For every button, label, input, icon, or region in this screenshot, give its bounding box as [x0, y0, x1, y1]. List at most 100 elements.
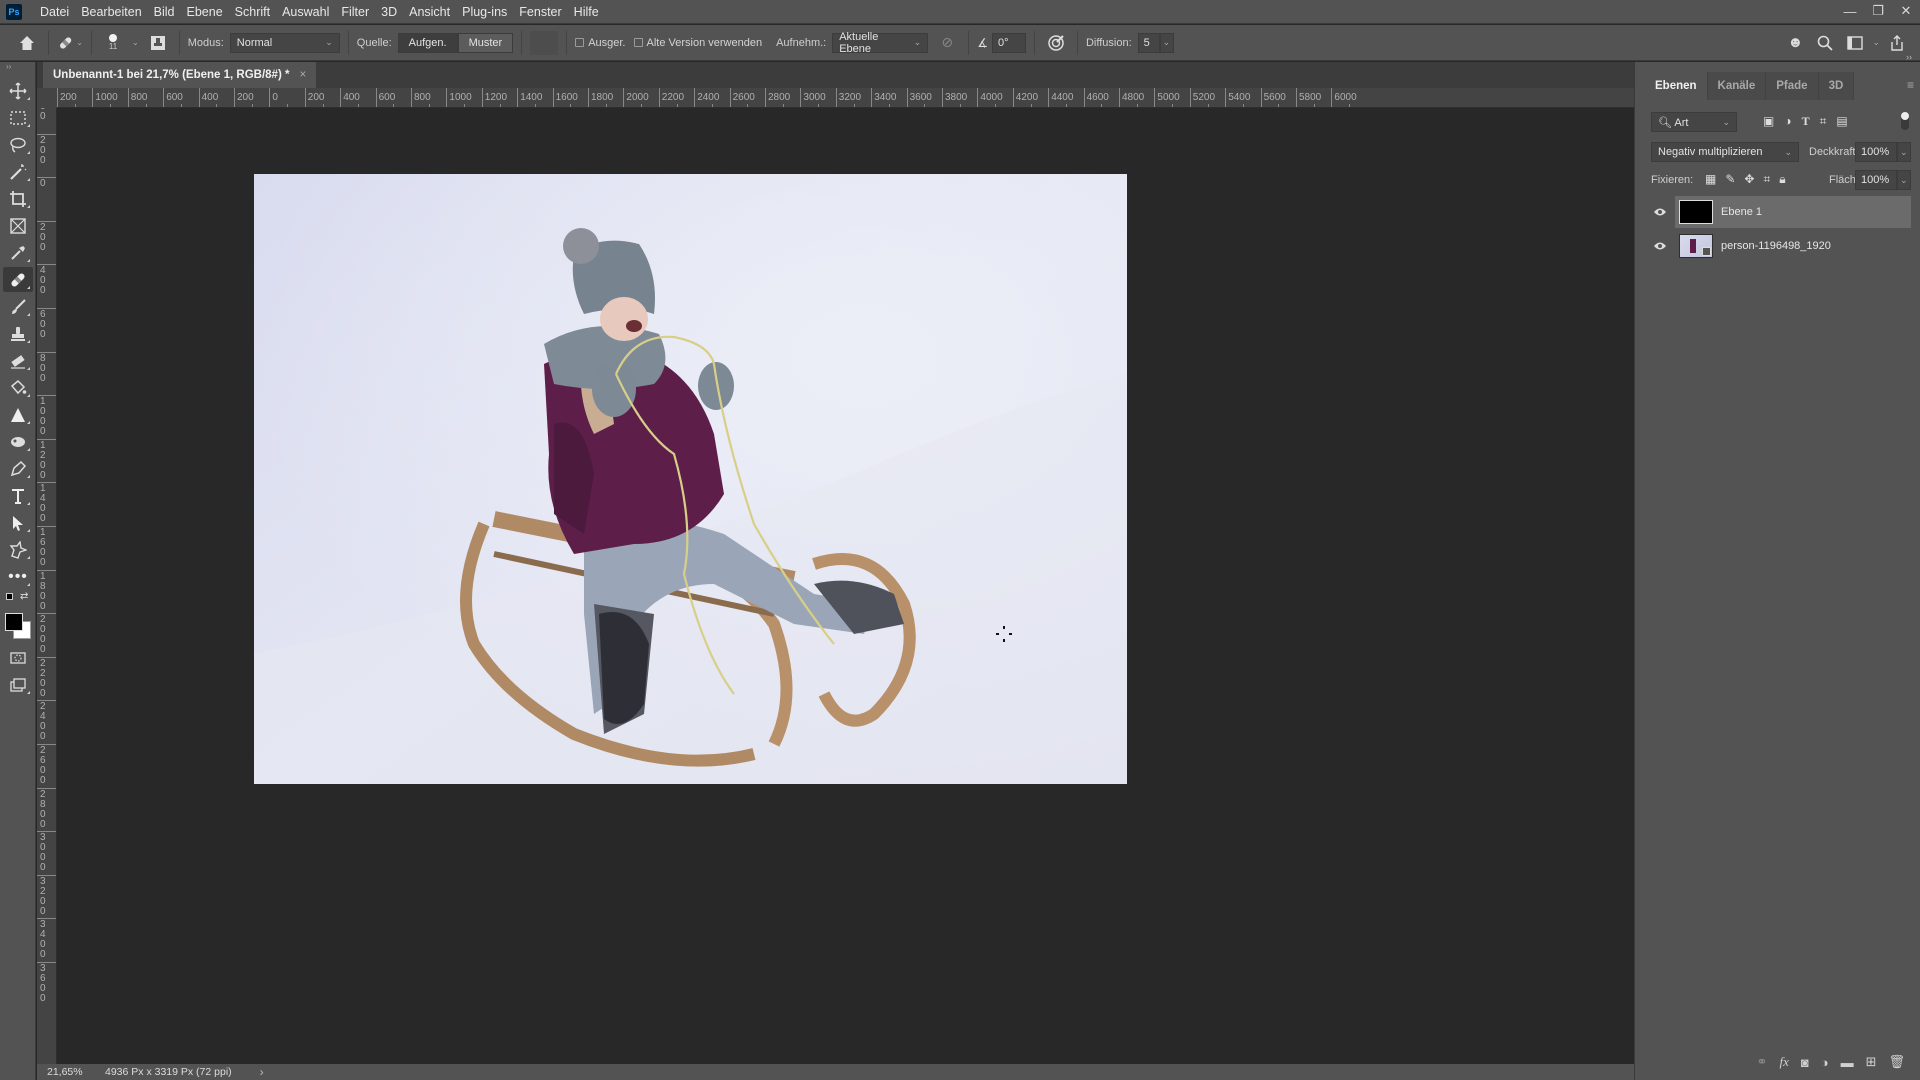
diffusion-input[interactable]: 5: [1137, 32, 1160, 53]
share-user-button[interactable]: ☻: [1782, 30, 1808, 56]
document-canvas[interactable]: [254, 174, 1127, 784]
search-button[interactable]: [1812, 30, 1838, 56]
type-tool[interactable]: [3, 483, 33, 508]
menu-plug-ins[interactable]: Plug-ins: [456, 0, 513, 24]
move-tool[interactable]: [3, 78, 33, 103]
source-pattern-button[interactable]: Muster: [457, 32, 514, 53]
filter-type-layer-icon[interactable]: T: [1802, 114, 1810, 129]
lock-transparent-pixels-icon[interactable]: ▦: [1705, 172, 1716, 187]
tab-kanaele[interactable]: Kanäle: [1707, 72, 1767, 100]
default-colors-icon[interactable]: [6, 593, 13, 600]
paint-bucket-tool[interactable]: [3, 375, 33, 400]
menu-ansicht[interactable]: Ansicht: [403, 0, 456, 24]
tool-preset-picker[interactable]: ⌄: [57, 30, 83, 56]
panel-menu-icon[interactable]: ≡: [1907, 78, 1914, 92]
visibility-toggle[interactable]: [1645, 230, 1675, 262]
filter-shape-layer-icon[interactable]: ⌗: [1820, 114, 1827, 129]
clone-source-panel-button[interactable]: [145, 30, 171, 56]
ruler-origin[interactable]: [37, 88, 57, 108]
status-menu-arrow[interactable]: ›: [260, 1065, 264, 1079]
opacity-dropdown[interactable]: ⌄: [1897, 142, 1911, 162]
dodge-tool[interactable]: [3, 429, 33, 454]
pressure-size-button[interactable]: [1043, 30, 1069, 56]
document-tab[interactable]: Unbenannt-1 bei 21,7% (Ebene 1, RGB/8#) …: [43, 62, 317, 88]
close-tab-icon[interactable]: ×: [299, 69, 306, 81]
ignore-adjustment-layers-button[interactable]: ⊘: [934, 30, 960, 56]
fill-dropdown[interactable]: ⌄: [1897, 170, 1911, 190]
angle-input[interactable]: 0°: [991, 32, 1026, 53]
path-selection-tool[interactable]: [3, 510, 33, 535]
new-layer-icon[interactable]: ⊞: [1866, 1054, 1877, 1070]
menu-ebene[interactable]: Ebene: [181, 0, 229, 24]
lasso-tool[interactable]: [3, 132, 33, 157]
menu-3d[interactable]: 3D: [375, 0, 403, 24]
swap-colors-icon[interactable]: ⇄: [20, 591, 28, 602]
quick-mask-button[interactable]: [3, 645, 33, 670]
menu-schrift[interactable]: Schrift: [229, 0, 276, 24]
visibility-toggle[interactable]: [1645, 196, 1675, 228]
add-mask-icon[interactable]: ◙: [1801, 1055, 1809, 1070]
layer-name[interactable]: Ebene 1: [1721, 206, 1762, 218]
screen-mode-button[interactable]: [3, 672, 33, 697]
menu-datei[interactable]: Datei: [34, 0, 75, 24]
lock-all-icon[interactable]: 🔒︎: [1779, 172, 1785, 187]
tab-3d[interactable]: 3D: [1818, 72, 1855, 100]
menu-auswahl[interactable]: Auswahl: [276, 0, 335, 24]
opacity-input[interactable]: 100%: [1855, 142, 1897, 162]
layer-style-fx-icon[interactable]: fx: [1779, 1054, 1788, 1070]
layer-name[interactable]: person-1196498_1920: [1721, 240, 1831, 252]
layer-row-person[interactable]: person-1196498_1920: [1654, 230, 1911, 262]
link-layers-icon[interactable]: ⚭: [1757, 1054, 1768, 1070]
healing-brush-tool[interactable]: [3, 267, 33, 292]
delete-layer-trash-icon[interactable]: 🗑︎: [1888, 1054, 1905, 1070]
aligned-checkbox[interactable]: Ausger.: [575, 37, 626, 49]
legacy-version-checkbox[interactable]: Alte Version verwenden: [633, 37, 762, 49]
minimize-button[interactable]: —: [1836, 0, 1864, 22]
filter-toggle-switch[interactable]: [1901, 112, 1909, 130]
restore-button[interactable]: ❐: [1864, 0, 1892, 22]
pattern-picker[interactable]: [530, 30, 559, 55]
clone-stamp-tool[interactable]: [3, 321, 33, 346]
workspace-button[interactable]: [1842, 30, 1868, 56]
close-window-button[interactable]: ✕: [1892, 0, 1920, 22]
lock-artboard-icon[interactable]: ⌗: [1763, 172, 1770, 187]
fill-input[interactable]: 100%: [1855, 170, 1897, 190]
foreground-color-swatch[interactable]: [5, 613, 23, 631]
source-sampled-button[interactable]: Aufgen.: [397, 32, 458, 53]
marquee-tool[interactable]: [3, 105, 33, 130]
magic-wand-tool[interactable]: [3, 159, 33, 184]
brush-size-picker[interactable]: 11: [100, 30, 126, 56]
blend-mode-select[interactable]: Negativ multiplizieren ⌄: [1651, 142, 1799, 162]
more-tools-button[interactable]: •••: [3, 564, 33, 589]
lock-image-pixels-icon[interactable]: ✎: [1725, 172, 1735, 187]
menu-fenster[interactable]: Fenster: [513, 0, 567, 24]
filter-pixel-layer-icon[interactable]: ▣: [1763, 114, 1774, 129]
custom-shape-tool[interactable]: [3, 537, 33, 562]
crop-tool[interactable]: [3, 186, 33, 211]
layer-filter-kind-select[interactable]: 🔍︎ Art ⌄: [1651, 112, 1737, 132]
pen-tool[interactable]: [3, 456, 33, 481]
filter-adjustment-layer-icon[interactable]: ◑: [1784, 114, 1791, 129]
modus-select[interactable]: Normal ⌄: [229, 32, 340, 53]
sample-select[interactable]: Aktuelle Ebene ⌄: [832, 31, 929, 55]
home-button[interactable]: [14, 30, 40, 56]
collapse-panel-icon[interactable]: ››: [1906, 52, 1912, 62]
brush-tool[interactable]: [3, 294, 33, 319]
sharpen-tool[interactable]: [3, 402, 33, 427]
menu-hilfe[interactable]: Hilfe: [568, 0, 605, 24]
zoom-level[interactable]: 21,65%: [47, 1066, 87, 1078]
horizontal-ruler[interactable]: 200 1000 800 600 400 200 0 200 400 600 800 1000 1200…: [57, 88, 1634, 108]
lock-position-icon[interactable]: ✥: [1744, 172, 1754, 187]
filter-smart-object-icon[interactable]: ▤: [1836, 114, 1847, 129]
expand-panel-icon[interactable]: ››: [0, 62, 35, 76]
diffusion-dropdown[interactable]: ⌄: [1159, 32, 1174, 53]
frame-tool[interactable]: [3, 213, 33, 238]
menu-bild[interactable]: Bild: [148, 0, 181, 24]
layer-row-ebene-1[interactable]: Ebene 1: [1654, 196, 1911, 228]
adjustment-layer-icon[interactable]: ◑: [1821, 1055, 1829, 1070]
tab-ebenen[interactable]: Ebenen: [1645, 72, 1708, 100]
menu-filter[interactable]: Filter: [335, 0, 375, 24]
eraser-tool[interactable]: [3, 348, 33, 373]
vertical-ruler[interactable]: 4002000200400600800100012001400160018002…: [37, 108, 57, 1064]
tab-pfade[interactable]: Pfade: [1766, 72, 1819, 100]
